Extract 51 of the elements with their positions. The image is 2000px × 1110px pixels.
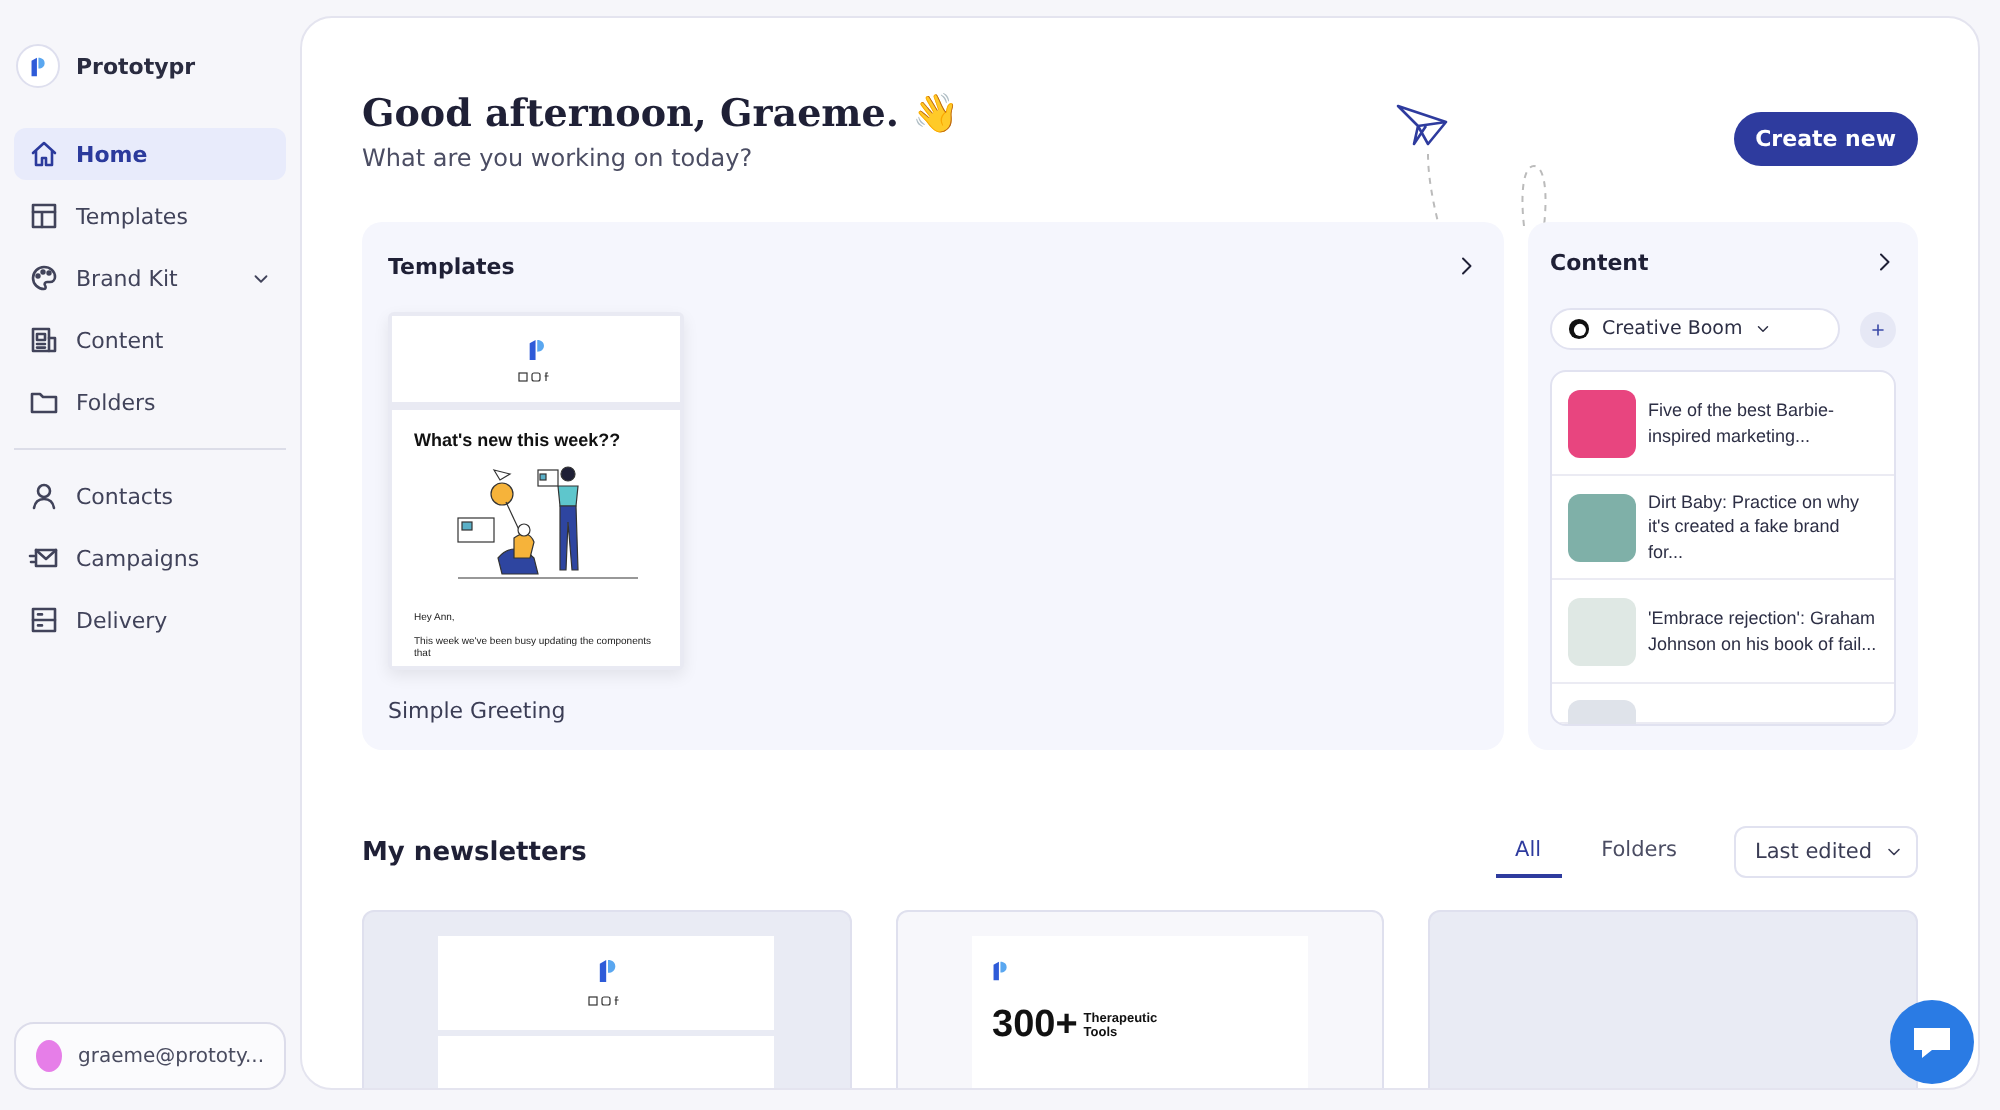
social-icons bbox=[518, 371, 554, 381]
article-title: 'Embrace rejection': Graham Johnson on his book of fail... bbox=[1648, 606, 1878, 656]
sidebar-item[interactable]: Campaigns bbox=[14, 532, 286, 584]
panel-title: Content bbox=[1550, 250, 1649, 276]
article-title: Five of the best Barbie-inspired marketing... bbox=[1648, 398, 1837, 448]
avatar-icon bbox=[36, 1040, 63, 1072]
article-item[interactable]: Dirt Baby: Practice on why it's created a fake brand for... bbox=[1552, 476, 1894, 580]
chat-icon bbox=[1910, 1022, 1954, 1062]
sidebar-item[interactable]: Contacts bbox=[14, 470, 286, 522]
sidebar-item[interactable]: Folders bbox=[14, 376, 286, 428]
sort-dropdown[interactable]: Last edited bbox=[1733, 826, 1918, 878]
palette-icon bbox=[28, 262, 60, 294]
server-icon bbox=[28, 604, 60, 636]
sidebar-item[interactable]: Brand Kit bbox=[14, 252, 286, 304]
sidebar-item[interactable]: Home bbox=[14, 128, 286, 180]
home-icon bbox=[28, 138, 60, 170]
app-name: Prototypr bbox=[76, 53, 196, 79]
add-button[interactable] bbox=[1860, 311, 1896, 347]
article-item[interactable]: 'Embrace rejection': Graham Johnson on his book of fail... bbox=[1552, 580, 1894, 684]
logo-icon bbox=[30, 55, 46, 77]
filter-tab[interactable]: All bbox=[1495, 826, 1562, 878]
chevron-down-icon bbox=[1754, 320, 1773, 338]
article-item[interactable]: Five of the best Barbie-inspired marketing... bbox=[1552, 372, 1894, 476]
logo-icon bbox=[527, 337, 545, 361]
chat-button[interactable] bbox=[1890, 1000, 1974, 1084]
newspaper-icon bbox=[28, 324, 60, 356]
preview-heading: 300+ bbox=[992, 1004, 1078, 1048]
panel-title: Templates bbox=[388, 254, 515, 280]
article-title: Dirt Baby: Practice on why it's created a fake brand for... bbox=[1648, 490, 1862, 564]
template-name: Simple Greeting bbox=[388, 698, 568, 724]
plus-icon bbox=[1868, 319, 1888, 339]
source-dropdown[interactable]: Creative Boom bbox=[1550, 308, 1840, 350]
photo-placeholder bbox=[1568, 389, 1636, 457]
sidebar-item[interactable]: Templates bbox=[14, 190, 286, 242]
section-title: My newsletters bbox=[362, 837, 589, 867]
greeting-subtitle: What are you working on today? bbox=[362, 144, 755, 172]
create-new-button[interactable]: Create new bbox=[1733, 112, 1918, 166]
sidebar-item[interactable]: Content bbox=[14, 314, 286, 366]
logo-icon bbox=[597, 958, 616, 985]
sidebar-item[interactable]: Delivery bbox=[14, 594, 286, 646]
photo-placeholder bbox=[1568, 493, 1636, 561]
person-icon bbox=[28, 480, 60, 512]
account-button[interactable]: graeme@prototy... bbox=[14, 1022, 286, 1090]
filter-tab[interactable]: Folders bbox=[1581, 826, 1697, 878]
layout-icon bbox=[28, 200, 60, 232]
social-icons bbox=[588, 996, 625, 1007]
preview-heading: What's new this week?? bbox=[414, 430, 623, 450]
source-logo-icon bbox=[1568, 318, 1590, 340]
photo-placeholder bbox=[1568, 597, 1636, 665]
greeting-heading: Good afternoon, Graeme. 👋 bbox=[362, 90, 961, 136]
logo-icon bbox=[992, 960, 1008, 982]
